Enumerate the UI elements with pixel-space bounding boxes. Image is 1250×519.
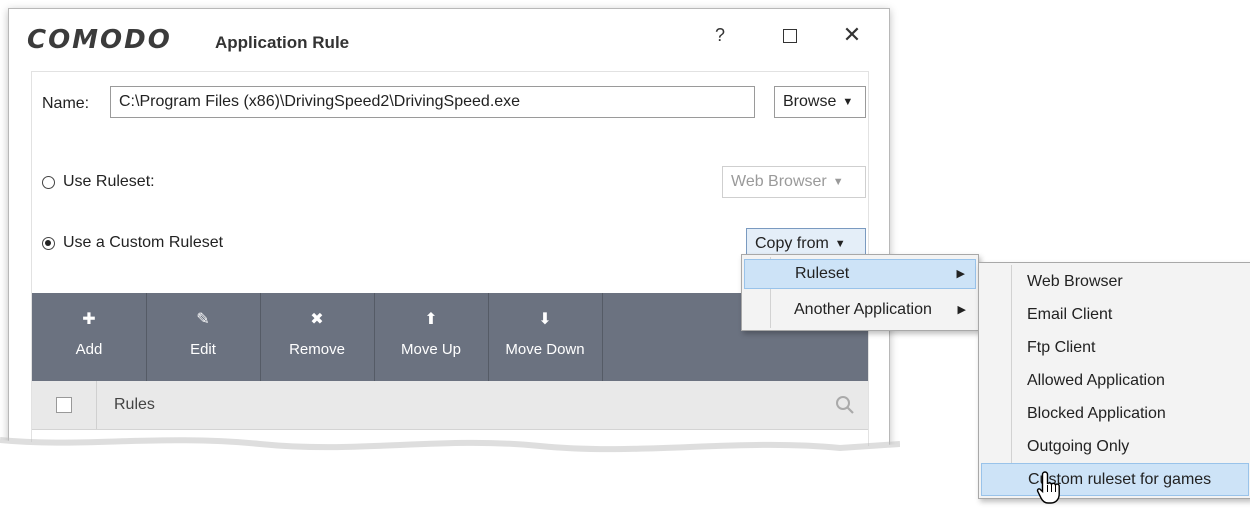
caret-down-icon: ▼ (832, 176, 844, 188)
ruleset-option-ftp-client[interactable]: Ftp Client (981, 331, 1249, 364)
torn-edge (0, 437, 900, 510)
maximize-icon (783, 29, 797, 44)
browse-label: Browse (783, 93, 837, 110)
ruleset-option-web-browser[interactable]: Web Browser (981, 265, 1249, 298)
caret-down-icon: ▼ (834, 238, 846, 250)
plus-icon: ✚ (82, 311, 96, 328)
name-label: Name: (42, 95, 90, 112)
radio-button-unchecked[interactable] (42, 175, 55, 189)
copy-from-label: Copy from (755, 235, 829, 252)
use-ruleset-label: Use Ruleset: (63, 173, 155, 190)
menu-item-ruleset-label: Ruleset (795, 265, 850, 282)
ruleset-option-blocked-application[interactable]: Blocked Application (981, 397, 1249, 430)
search-icon[interactable] (834, 394, 856, 416)
rules-column-header: Rules (114, 396, 155, 413)
use-custom-ruleset-label: Use a Custom Ruleset (63, 234, 224, 251)
move-down-button[interactable]: ⬇ Move Down (488, 293, 603, 381)
edit-label: Edit (190, 341, 216, 358)
select-all-checkbox[interactable] (56, 397, 72, 413)
close-button[interactable]: ✕ (837, 21, 867, 49)
use-ruleset-option[interactable]: Use Ruleset: (42, 173, 155, 191)
ruleset-option-allowed-application[interactable]: Allowed Application (981, 364, 1249, 397)
add-button[interactable]: ✚ Add (32, 293, 147, 381)
menu-item-ruleset[interactable]: Ruleset ▶ (744, 259, 976, 289)
title-bar: COMODO Application Rule ? ✕ (9, 9, 889, 65)
pencil-icon: ✎ (196, 311, 210, 328)
arrow-up-icon: ⬆ (424, 311, 438, 328)
arrow-down-icon: ⬇ (538, 311, 552, 328)
use-custom-ruleset-option[interactable]: Use a Custom Ruleset (42, 234, 223, 252)
column-divider (96, 381, 97, 429)
radio-button-checked[interactable] (42, 236, 55, 250)
menu-item-another-application-label: Another Application (794, 301, 932, 318)
hand-cursor-icon (1036, 471, 1060, 504)
move-up-button[interactable]: ⬆ Move Up (374, 293, 489, 381)
rules-header: Rules (32, 381, 868, 430)
help-button[interactable]: ? (705, 21, 735, 49)
move-up-label: Move Up (400, 341, 462, 358)
remove-x-icon: ✖ (310, 311, 324, 328)
window-title: Application Rule (215, 33, 350, 52)
add-label: Add (75, 341, 103, 358)
ruleset-option-email-client[interactable]: Email Client (981, 298, 1249, 331)
ruleset-select-value: Web Browser (731, 173, 827, 190)
remove-button[interactable]: ✖ Remove (260, 293, 375, 381)
move-down-label: Move Down (505, 341, 585, 358)
ruleset-submenu: Web Browser Email Client Ftp Client Allo… (978, 262, 1250, 499)
ruleset-select[interactable]: Web Browser ▼ (722, 166, 866, 198)
ruleset-option-outgoing-only[interactable]: Outgoing Only (981, 430, 1249, 463)
browse-dropdown[interactable]: Browse ▼ (774, 86, 866, 118)
comodo-logo: COMODO (27, 25, 172, 55)
edit-button[interactable]: ✎ Edit (146, 293, 261, 381)
submenu-arrow-icon: ▶ (956, 268, 965, 280)
maximize-button[interactable] (775, 21, 805, 49)
caret-down-icon: ▼ (842, 96, 854, 108)
remove-label: Remove (289, 341, 345, 358)
copy-from-menu: Ruleset ▶ Another Application ▶ (741, 254, 979, 331)
name-field[interactable] (110, 86, 755, 118)
menu-item-another-application[interactable]: Another Application ▶ (744, 295, 976, 325)
ruleset-option-custom-games[interactable]: Custom ruleset for games (981, 463, 1249, 496)
submenu-arrow-icon: ▶ (957, 304, 966, 316)
application-rule-window: COMODO Application Rule ? ✕ Name: Browse… (8, 8, 890, 453)
